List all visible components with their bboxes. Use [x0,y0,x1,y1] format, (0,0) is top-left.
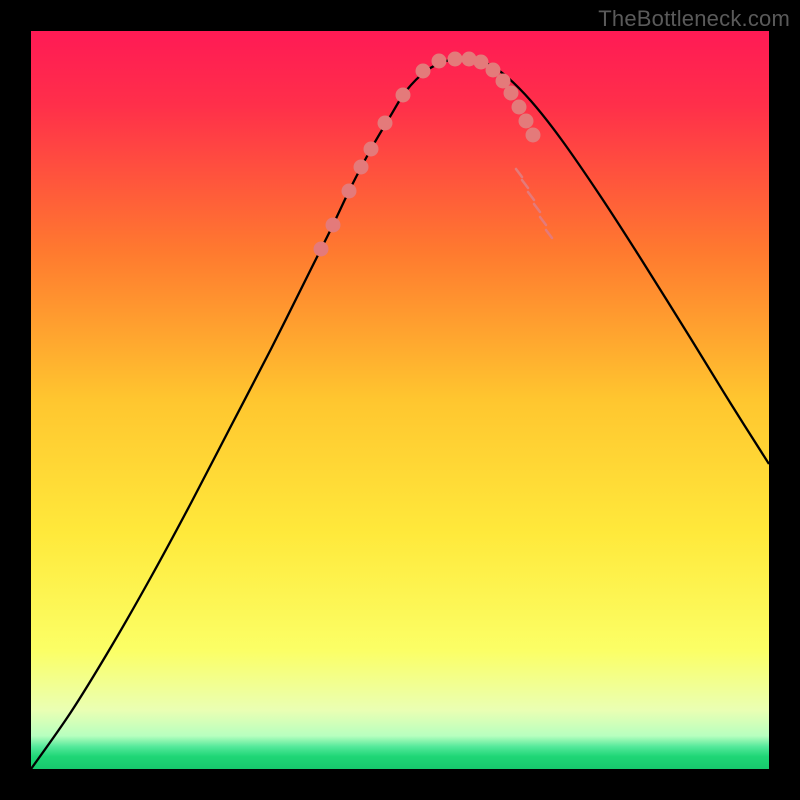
chart-frame [31,31,769,769]
bottleneck-plot [31,31,769,769]
curve-marker [342,184,357,199]
tick-mark [534,204,540,212]
curve-marker [378,116,393,131]
right-branch-ticks [516,169,552,238]
curve-marker [519,114,534,129]
curve-markers [314,52,541,257]
tick-mark [516,169,522,177]
curve-marker [396,88,411,103]
tick-mark [540,217,546,225]
tick-mark [546,230,552,238]
curve-marker [364,142,379,157]
tick-mark [528,192,534,200]
curve-marker [314,242,329,257]
curve-marker [512,100,527,115]
curve-marker [354,160,369,175]
curve-marker [432,54,447,69]
curve-marker [526,128,541,143]
watermark-text: TheBottleneck.com [598,6,790,32]
curve-marker [504,86,519,101]
bottleneck-curve-line [31,59,769,769]
curve-marker [326,218,341,233]
curve-marker [448,52,463,67]
curve-marker [416,64,431,79]
tick-mark [522,180,528,188]
